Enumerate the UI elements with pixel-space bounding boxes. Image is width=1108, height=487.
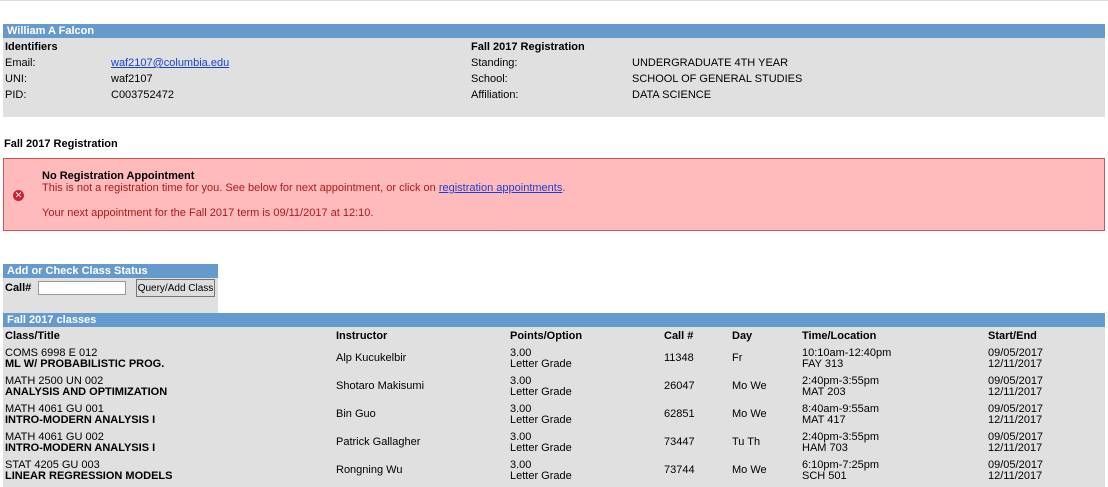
location: FAY 313 bbox=[802, 358, 844, 370]
affiliation-value: DATA SCIENCE bbox=[632, 89, 712, 101]
class-status-heading: Add or Check Class Status bbox=[3, 264, 218, 278]
location: MAT 203 bbox=[802, 386, 846, 398]
call-number-label: Call# bbox=[5, 282, 32, 294]
grade-option: Letter Grade bbox=[510, 442, 572, 454]
column-header-day: Day bbox=[732, 330, 753, 342]
class-status-body: Call# Query/Add Class bbox=[3, 278, 218, 313]
column-header-points-option: Points/Option bbox=[510, 330, 583, 342]
column-header-call: Call # bbox=[664, 330, 694, 342]
end-date: 12/11/2017 bbox=[988, 386, 1043, 398]
error-icon: ✕ bbox=[13, 190, 24, 201]
class-status-panel: Add or Check Class Status Call# Query/Ad… bbox=[3, 264, 218, 313]
registration-section-title: Fall 2017 Registration bbox=[4, 138, 118, 150]
grade-option: Letter Grade bbox=[510, 470, 572, 482]
column-header-start-end: Start/End bbox=[988, 330, 1037, 342]
classes-heading: Fall 2017 classes bbox=[3, 313, 1105, 327]
email-link[interactable]: waf2107@columbia.edu bbox=[111, 57, 229, 69]
student-info-panel: William A Falcon Identifiers Email: waf2… bbox=[3, 24, 1105, 117]
query-add-class-button[interactable]: Query/Add Class bbox=[136, 279, 215, 297]
identifiers-heading: Identifiers bbox=[5, 41, 58, 53]
classes-table: Class/Title Instructor Points/Option Cal… bbox=[3, 327, 1105, 487]
student-name: William A Falcon bbox=[3, 24, 1105, 38]
alert-title: No Registration Appointment bbox=[42, 170, 195, 182]
classes-panel: Fall 2017 classes Class/Title Instructor… bbox=[3, 313, 1105, 487]
class-title: ML W/ PROBABILISTIC PROG. bbox=[5, 358, 165, 370]
instructor: Rongning Wu bbox=[336, 464, 403, 476]
class-title: INTRO-MODERN ANALYSIS I bbox=[5, 442, 156, 454]
end-date: 12/11/2017 bbox=[988, 470, 1043, 482]
call-number: 73744 bbox=[664, 464, 695, 476]
school-label: School: bbox=[471, 73, 508, 85]
day: Mo We bbox=[732, 408, 767, 420]
student-info-body: Identifiers Email: waf2107@columbia.edu … bbox=[3, 38, 1105, 117]
email-label: Email: bbox=[5, 57, 36, 69]
column-header-instructor: Instructor bbox=[336, 330, 388, 342]
standing-label: Standing: bbox=[471, 57, 518, 69]
call-number: 73447 bbox=[664, 436, 695, 448]
location: MAT 417 bbox=[802, 414, 846, 426]
registration-alert: ✕ No Registration Appointment This is no… bbox=[3, 158, 1105, 231]
instructor: Shotaro Makisumi bbox=[336, 380, 425, 392]
day: Tu Th bbox=[732, 436, 761, 448]
class-title: LINEAR REGRESSION MODELS bbox=[5, 470, 173, 482]
alert-message: This is not a registration time for you.… bbox=[42, 182, 565, 194]
school-value: SCHOOL OF GENERAL STUDIES bbox=[632, 73, 803, 85]
uni-label: UNI: bbox=[5, 73, 27, 85]
location: SCH 501 bbox=[802, 470, 847, 482]
end-date: 12/11/2017 bbox=[988, 414, 1043, 426]
next-appointment-text: Your next appointment for the Fall 2017 … bbox=[42, 207, 374, 219]
table-row: COMS 6998 E 012 ML W/ PROBABILISTIC PROG… bbox=[3, 347, 1105, 375]
day: Mo We bbox=[732, 464, 767, 476]
grade-option: Letter Grade bbox=[510, 414, 572, 426]
table-row: MATH 4061 GU 002 INTRO-MODERN ANALYSIS I… bbox=[3, 431, 1105, 459]
grade-option: Letter Grade bbox=[510, 358, 572, 370]
registration-heading: Fall 2017 Registration bbox=[471, 41, 585, 53]
end-date: 12/11/2017 bbox=[988, 358, 1043, 370]
standing-value: UNDERGRADUATE 4TH YEAR bbox=[632, 57, 789, 69]
day: Fr bbox=[732, 352, 743, 364]
call-number: 26047 bbox=[664, 380, 695, 392]
alert-message-end: . bbox=[562, 182, 566, 194]
table-row: MATH 2500 UN 002 ANALYSIS AND OPTIMIZATI… bbox=[3, 375, 1105, 403]
class-title: ANALYSIS AND OPTIMIZATION bbox=[5, 386, 168, 398]
alert-message-text: This is not a registration time for you.… bbox=[42, 182, 439, 194]
location: HAM 703 bbox=[802, 442, 848, 454]
table-row: STAT 4205 GU 003 LINEAR REGRESSION MODEL… bbox=[3, 459, 1105, 487]
pid-label: PID: bbox=[5, 89, 27, 101]
pid-value: C003752472 bbox=[111, 89, 175, 101]
table-row: MATH 4061 GU 001 INTRO-MODERN ANALYSIS I… bbox=[3, 403, 1105, 431]
registration-appointments-link[interactable]: registration appointments bbox=[439, 182, 563, 194]
top-divider bbox=[0, 0, 1108, 1]
day: Mo We bbox=[732, 380, 767, 392]
instructor: Patrick Gallagher bbox=[336, 436, 421, 448]
grade-option: Letter Grade bbox=[510, 386, 572, 398]
call-number: 62851 bbox=[664, 408, 695, 420]
uni-value: waf2107 bbox=[111, 73, 153, 85]
class-title: INTRO-MODERN ANALYSIS I bbox=[5, 414, 156, 426]
column-header-class-title: Class/Title bbox=[5, 330, 60, 342]
instructor: Bin Guo bbox=[336, 408, 376, 420]
affiliation-label: Affiliation: bbox=[471, 89, 519, 101]
end-date: 12/11/2017 bbox=[988, 442, 1043, 454]
instructor: Alp Kucukelbir bbox=[336, 352, 407, 364]
column-header-time-location: Time/Location bbox=[802, 330, 877, 342]
call-number: 11348 bbox=[664, 352, 694, 364]
call-number-input[interactable] bbox=[38, 281, 126, 295]
